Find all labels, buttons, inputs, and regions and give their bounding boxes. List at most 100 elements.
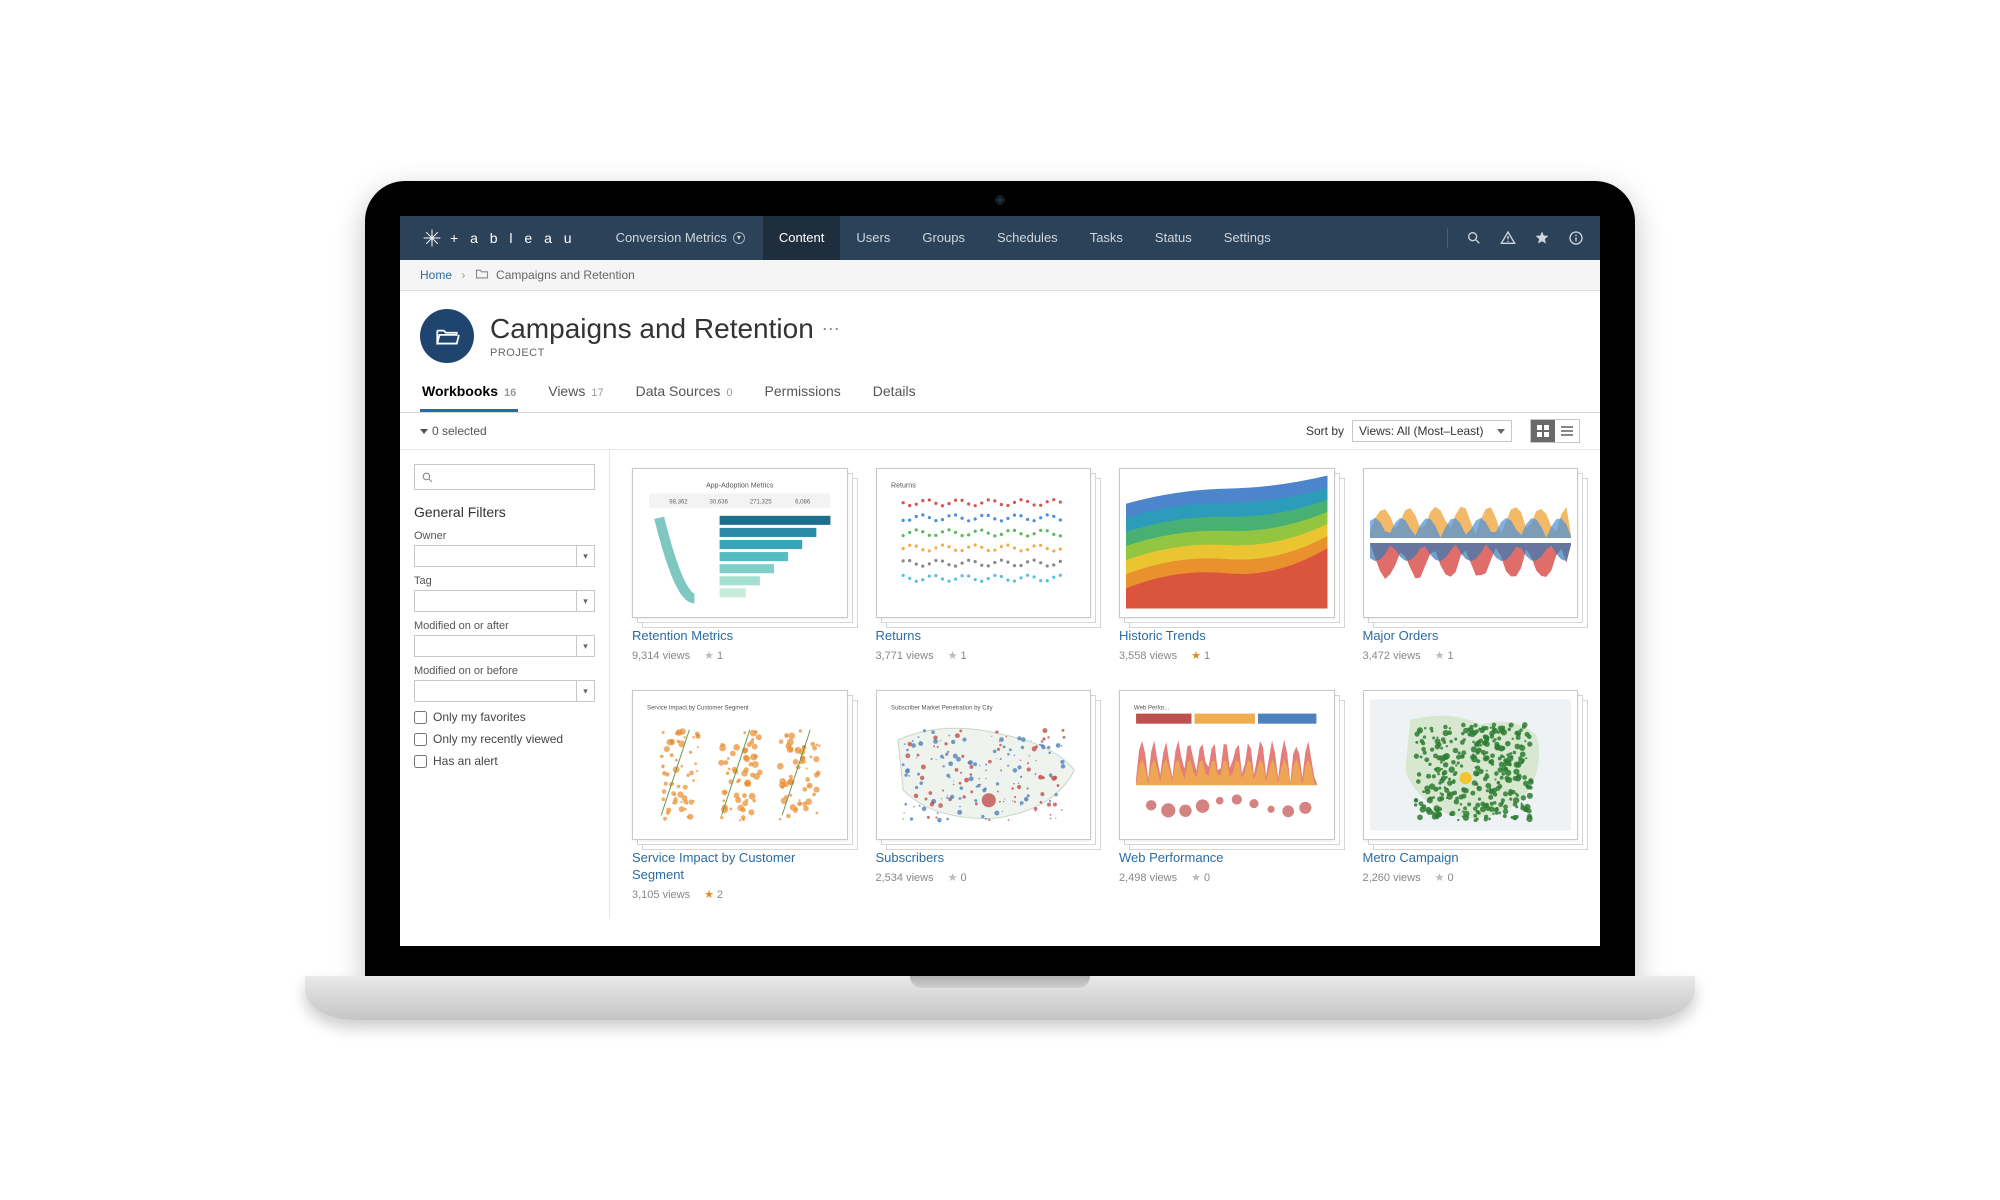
- thumbnail[interactable]: [1119, 468, 1335, 618]
- filter-owner-select[interactable]: ▾: [414, 545, 595, 567]
- tab-data-sources[interactable]: Data Sources0: [634, 373, 735, 412]
- laptop-screen: + a b l e a u Conversion Metrics ▾ Conte…: [365, 181, 1635, 976]
- nav-item-content[interactable]: Content: [763, 216, 841, 260]
- workbook-title[interactable]: Service Impact by Customer Segment: [632, 850, 848, 884]
- workbook-meta: 3,771 views ★ 1: [876, 649, 1092, 662]
- thumbnail-stack: App-Adoption Metrics 98,36230,636271,325…: [632, 468, 848, 618]
- thumbnail-stack: Returns: [876, 468, 1092, 618]
- filter-recent-checkbox[interactable]: Only my recently viewed: [414, 732, 595, 746]
- workbook-meta: 2,260 views ★ 0: [1363, 871, 1579, 884]
- info-icon[interactable]: [1568, 230, 1584, 246]
- favorite-toggle[interactable]: ★ 1: [948, 649, 967, 662]
- workbook-card[interactable]: Subscriber Market Penetration by City Su…: [876, 690, 1092, 901]
- thumbnail[interactable]: App-Adoption Metrics 98,36230,636271,325…: [632, 468, 848, 618]
- workbook-card[interactable]: Service Impact by Customer Segment Servi…: [632, 690, 848, 901]
- favorite-toggle[interactable]: ★ 0: [948, 871, 967, 884]
- filter-mod-after-select[interactable]: ▾: [414, 635, 595, 657]
- workbook-title[interactable]: Major Orders: [1363, 628, 1579, 645]
- filter-favorites-checkbox[interactable]: Only my favorites: [414, 710, 595, 724]
- star-count: 1: [1204, 650, 1210, 662]
- favorite-toggle[interactable]: ★ 0: [1191, 871, 1210, 884]
- favorite-toggle[interactable]: ★ 1: [1191, 649, 1210, 662]
- breadcrumb-home[interactable]: Home: [420, 268, 452, 282]
- sort-value: Views: All (Most–Least): [1359, 424, 1493, 438]
- thumbnail[interactable]: [1363, 468, 1579, 618]
- filter-tag-select[interactable]: ▾: [414, 590, 595, 612]
- nav-item-users[interactable]: Users: [840, 216, 906, 260]
- selection-count[interactable]: 0 selected: [420, 424, 487, 438]
- views-count: 9,314 views: [632, 650, 690, 662]
- svg-text:6,086: 6,086: [795, 500, 811, 506]
- checkbox[interactable]: [414, 711, 427, 724]
- breadcrumb-sep: ›: [461, 268, 465, 282]
- filter-mod-before-select[interactable]: ▾: [414, 680, 595, 702]
- toolbar: 0 selected Sort by Views: All (Most–Leas…: [400, 413, 1600, 450]
- nav-item-settings[interactable]: Settings: [1208, 216, 1287, 260]
- favorite-toggle[interactable]: ★ 1: [1435, 649, 1454, 662]
- alert-icon[interactable]: [1500, 230, 1516, 246]
- star-count: 0: [1204, 872, 1210, 884]
- views-count: 3,472 views: [1363, 650, 1421, 662]
- search-icon[interactable]: [1466, 230, 1482, 246]
- thumbnail[interactable]: Web Perfor...: [1119, 690, 1335, 840]
- more-actions-button[interactable]: ⋯: [822, 319, 840, 340]
- breadcrumb-current: Campaigns and Retention: [496, 268, 635, 282]
- workbook-grid: App-Adoption Metrics 98,36230,636271,325…: [610, 450, 1600, 919]
- content-body: General Filters Owner ▾ Tag ▾ Modified o…: [400, 450, 1600, 919]
- workbook-title[interactable]: Metro Campaign: [1363, 850, 1579, 867]
- checkbox[interactable]: [414, 733, 427, 746]
- grid-view-button[interactable]: [1531, 420, 1555, 442]
- sort-select[interactable]: Views: All (Most–Least): [1352, 420, 1512, 442]
- thumbnail-stack: [1119, 468, 1335, 618]
- brand-logo[interactable]: + a b l e a u: [400, 228, 598, 248]
- brand-text: + a b l e a u: [450, 230, 576, 246]
- star-count: 1: [717, 650, 723, 662]
- filter-label-mod-after: Modified on or after: [414, 620, 595, 632]
- workbook-card[interactable]: Major Orders 3,472 views ★ 1: [1363, 468, 1579, 662]
- laptop-base: [305, 976, 1695, 1020]
- chevron-down-icon: [420, 429, 428, 434]
- star-icon: ★: [948, 872, 958, 884]
- workbook-meta: 9,314 views ★ 1: [632, 649, 848, 662]
- views-count: 3,771 views: [876, 650, 934, 662]
- workbook-title[interactable]: Returns: [876, 628, 1092, 645]
- list-view-button[interactable]: [1555, 420, 1579, 442]
- workbook-meta: 3,472 views ★ 1: [1363, 649, 1579, 662]
- thumbnail[interactable]: Service Impact by Customer Segment: [632, 690, 848, 840]
- favorite-toggle[interactable]: ★ 0: [1435, 871, 1454, 884]
- nav-items: ContentUsersGroupsSchedulesTasksStatusSe…: [763, 216, 1287, 260]
- filter-alert-checkbox[interactable]: Has an alert: [414, 754, 595, 768]
- workbook-title[interactable]: Subscribers: [876, 850, 1092, 867]
- workbook-meta: 3,558 views ★ 1: [1119, 649, 1335, 662]
- star-icon[interactable]: [1534, 230, 1550, 246]
- checkbox[interactable]: [414, 755, 427, 768]
- filter-label-owner: Owner: [414, 530, 595, 542]
- workbook-card[interactable]: Metro Campaign 2,260 views ★ 0: [1363, 690, 1579, 901]
- nav-item-schedules[interactable]: Schedules: [981, 216, 1074, 260]
- filter-search-input[interactable]: [414, 464, 595, 490]
- site-picker[interactable]: Conversion Metrics ▾: [598, 230, 763, 245]
- workbook-title[interactable]: Retention Metrics: [632, 628, 848, 645]
- workbook-title[interactable]: Historic Trends: [1119, 628, 1335, 645]
- workbook-card[interactable]: App-Adoption Metrics 98,36230,636271,325…: [632, 468, 848, 662]
- tab-views[interactable]: Views17: [546, 373, 605, 412]
- chevron-down-icon: ▾: [576, 636, 594, 656]
- workbook-card[interactable]: Historic Trends 3,558 views ★ 1: [1119, 468, 1335, 662]
- nav-item-groups[interactable]: Groups: [906, 216, 981, 260]
- page-title: Campaigns and Retention: [490, 313, 814, 345]
- thumbnail[interactable]: Subscriber Market Penetration by City: [876, 690, 1092, 840]
- tab-permissions[interactable]: Permissions: [763, 373, 843, 412]
- favorite-toggle[interactable]: ★ 1: [704, 649, 723, 662]
- nav-item-status[interactable]: Status: [1139, 216, 1208, 260]
- view-toggle: [1530, 419, 1580, 443]
- workbook-title[interactable]: Web Performance: [1119, 850, 1335, 867]
- workbook-card[interactable]: Web Perfor... Web Performance 2,498 view…: [1119, 690, 1335, 901]
- tab-details[interactable]: Details: [871, 373, 918, 412]
- tab-workbooks[interactable]: Workbooks16: [420, 373, 518, 412]
- favorite-toggle[interactable]: ★ 2: [704, 888, 723, 901]
- workbook-card[interactable]: Returns Returns 3,771 views ★ 1: [876, 468, 1092, 662]
- star-count: 0: [961, 872, 967, 884]
- thumbnail[interactable]: Returns: [876, 468, 1092, 618]
- thumbnail[interactable]: [1363, 690, 1579, 840]
- nav-item-tasks[interactable]: Tasks: [1074, 216, 1139, 260]
